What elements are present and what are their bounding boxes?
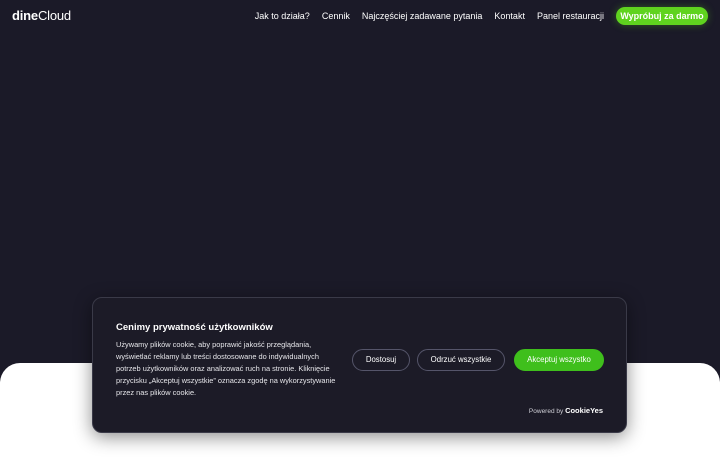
try-free-button[interactable]: Wypróbuj za darmo xyxy=(616,7,708,25)
nav-link-restaurant-panel[interactable]: Panel restauracji xyxy=(537,10,604,22)
cookie-banner-title: Cenimy prywatność użytkowników xyxy=(116,322,273,333)
powered-by-cookieyes[interactable]: Powered by CookieYes xyxy=(529,406,603,417)
nav-link-pricing[interactable]: Cennik xyxy=(322,10,350,22)
cookie-consent-banner: Cenimy prywatność użytkowników Używamy p… xyxy=(92,297,627,433)
dinecloud-logo[interactable]: dineCloud xyxy=(12,8,71,24)
customize-cookies-button[interactable]: Dostosuj xyxy=(352,349,410,371)
nav-link-how-it-works[interactable]: Jak to działa? xyxy=(255,10,310,22)
nav-link-faq[interactable]: Najczęściej zadawane pytania xyxy=(362,10,483,22)
logo-text-light: Cloud xyxy=(37,8,71,23)
reject-all-cookies-button[interactable]: Odrzuć wszystkie xyxy=(417,349,505,371)
cookieyes-logo: CookieYes xyxy=(565,406,603,415)
powered-by-label: Powered by xyxy=(528,408,564,415)
logo-text-bold: dine xyxy=(12,8,38,23)
navbar: dineCloud Jak to działa? Cennik Najczęśc… xyxy=(0,0,720,32)
cookie-banner-description: Używamy plików cookie, aby poprawić jako… xyxy=(116,340,336,397)
nav-links: Jak to działa? Cennik Najczęściej zadawa… xyxy=(255,10,604,22)
nav-link-contact[interactable]: Kontakt xyxy=(494,10,525,22)
accept-all-cookies-button[interactable]: Akceptuj wszystko xyxy=(514,349,604,371)
